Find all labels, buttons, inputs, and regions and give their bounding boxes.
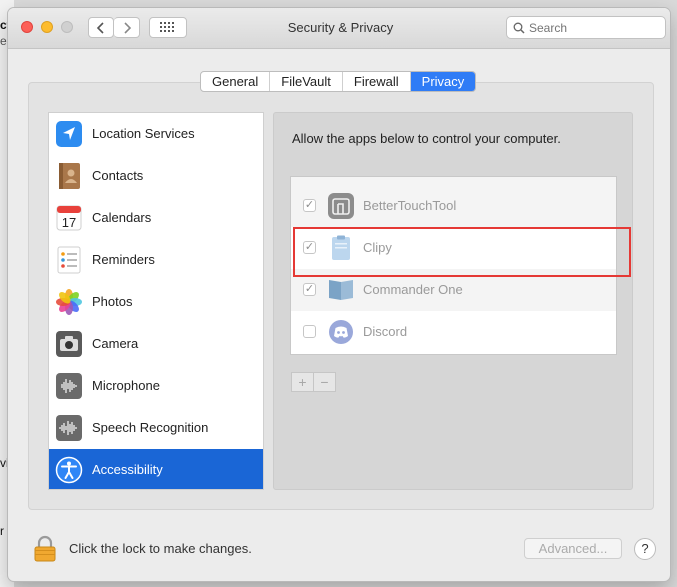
remove-app-button[interactable]: −	[314, 373, 335, 391]
app-name: Discord	[363, 324, 408, 339]
chevron-right-icon	[123, 22, 131, 34]
app-checkbox[interactable]: ✓	[303, 199, 316, 212]
window-title: Security & Privacy	[287, 20, 394, 35]
category-contacts[interactable]: Contacts	[49, 155, 263, 197]
photos-flower-icon	[56, 289, 82, 315]
category-label: Calendars	[92, 210, 152, 225]
back-button[interactable]	[88, 17, 114, 38]
contacts-book-icon	[59, 163, 80, 189]
category-speech-recognition[interactable]: Speech Recognition	[49, 407, 263, 449]
help-button[interactable]: ?	[634, 538, 656, 560]
app-row-discord[interactable]: Discord	[291, 311, 616, 353]
advanced-button[interactable]: Advanced...	[524, 538, 622, 559]
show-all-button[interactable]	[149, 17, 187, 38]
background-text-fragment: e	[0, 34, 7, 48]
search-input[interactable]	[529, 19, 659, 36]
accessibility-detail-panel: Allow the apps below to control your com…	[273, 112, 633, 490]
category-label: Photos	[92, 294, 133, 309]
category-label: Contacts	[92, 168, 144, 183]
speech-waveform-icon	[56, 415, 82, 441]
title-bar: Security & Privacy	[8, 8, 670, 49]
search-field[interactable]	[506, 16, 666, 39]
category-photos[interactable]: Photos	[49, 281, 263, 323]
tab-firewall[interactable]: Firewall	[343, 72, 411, 91]
category-accessibility[interactable]: Accessibility	[49, 449, 263, 489]
grid-icon	[160, 22, 174, 32]
category-calendars[interactable]: 17 Calendars	[49, 197, 263, 239]
lock-icon[interactable]	[34, 535, 56, 562]
reminders-list-icon	[57, 246, 81, 274]
panel-description: Allow the apps below to control your com…	[292, 131, 561, 146]
tab-privacy[interactable]: Privacy	[410, 72, 476, 91]
security-privacy-window: Security & Privacy General FileVault Fir…	[8, 8, 670, 581]
category-label: Camera	[92, 336, 139, 351]
tab-bar: General FileVault Firewall Privacy	[200, 71, 477, 92]
chevron-left-icon	[96, 22, 104, 34]
annotation-highlight-box	[293, 227, 631, 277]
zoom-button[interactable]	[61, 21, 73, 33]
discord-icon	[329, 320, 353, 344]
privacy-category-list: Location Services Contacts 17 Calendars	[48, 112, 264, 490]
background-text-fragment: r	[0, 524, 4, 538]
search-icon	[513, 22, 525, 34]
app-row-bettertouchtool[interactable]: ✓ BetterTouchTool	[291, 185, 616, 227]
location-arrow-icon	[56, 121, 82, 147]
lock-message: Click the lock to make changes.	[69, 541, 252, 556]
category-location-services[interactable]: Location Services	[49, 113, 263, 155]
category-label: Microphone	[92, 378, 160, 393]
add-app-button[interactable]: +	[292, 373, 314, 391]
camera-icon	[56, 331, 82, 357]
accessibility-person-icon	[55, 456, 83, 484]
app-name: BetterTouchTool	[363, 198, 457, 213]
app-checkbox[interactable]	[303, 325, 316, 338]
tab-general[interactable]: General	[201, 72, 271, 91]
commander-one-icon	[329, 280, 353, 300]
add-remove-buttons: + −	[291, 372, 336, 392]
list-item	[291, 177, 616, 185]
calendar-day-text: 17	[62, 215, 76, 230]
category-camera[interactable]: Camera	[49, 323, 263, 365]
close-button[interactable]	[21, 21, 33, 33]
calendar-icon: 17	[56, 205, 82, 231]
category-label: Location Services	[92, 126, 195, 141]
bettertouchtool-icon	[328, 193, 354, 219]
app-checkbox[interactable]: ✓	[303, 283, 316, 296]
category-microphone[interactable]: Microphone	[49, 365, 263, 407]
forward-button[interactable]	[114, 17, 140, 38]
category-label: Accessibility	[92, 462, 163, 477]
minimize-button[interactable]	[41, 21, 53, 33]
microphone-waveform-icon	[56, 373, 82, 399]
category-label: Speech Recognition	[92, 420, 209, 435]
category-label: Reminders	[92, 252, 155, 267]
tab-filevault[interactable]: FileVault	[270, 72, 343, 91]
category-reminders[interactable]: Reminders	[49, 239, 263, 281]
